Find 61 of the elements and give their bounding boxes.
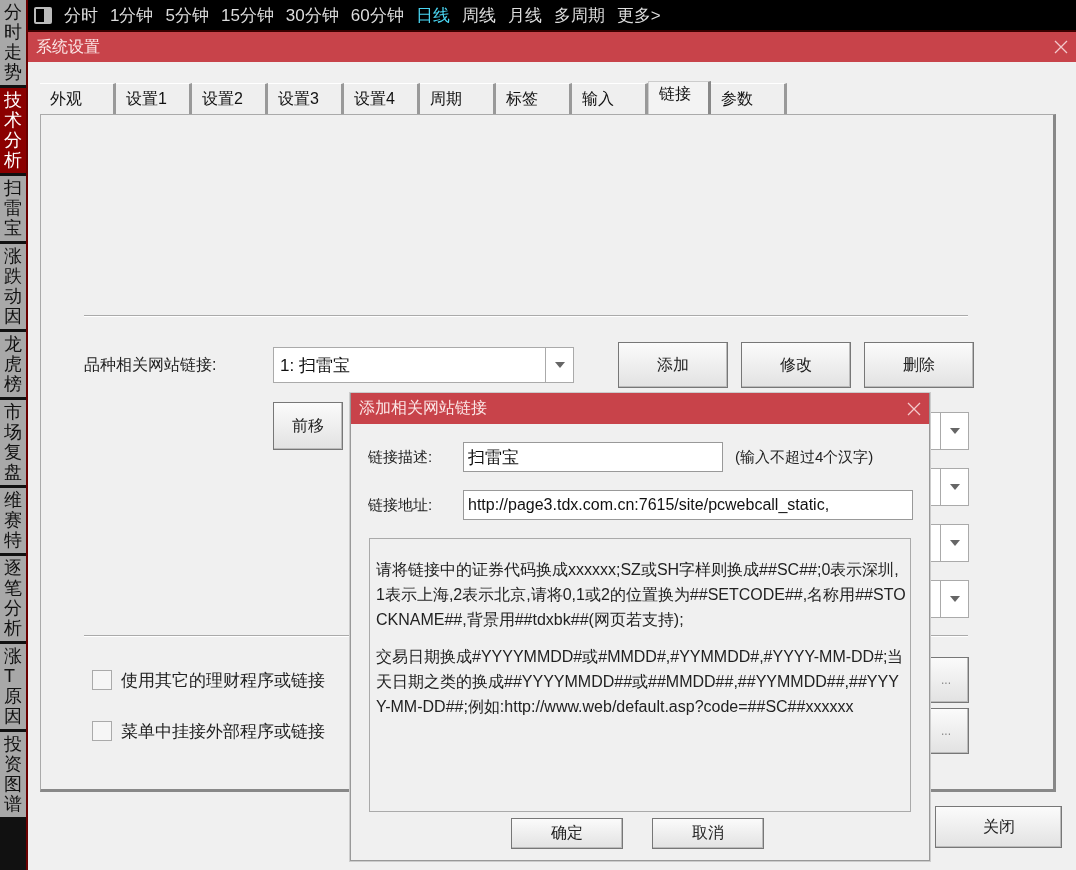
- sidebar-tab[interactable]: 扫雷宝: [0, 176, 26, 241]
- sidebar-tab[interactable]: 分时走势: [0, 0, 26, 85]
- checkbox-label: 使用其它的理财程序或链接: [121, 669, 325, 692]
- dropdown-arrow-icon: [949, 596, 960, 602]
- help-text: 交易日期换成#YYYYMMDD#或#MMDD#,#YYMMDD#,#YYYY-MM-DD#;当天日期之类的换成##YYYYMMDD##或##MMDD##,##YYMMDD##,##YYYY-MM-DD##;例如:http://www.web/default.asp?code=##SC##xxxxxx: [376, 647, 905, 717]
- dropdown-arrow-icon: [554, 362, 565, 368]
- site-link-dropdown[interactable]: 1: 扫雷宝: [273, 347, 574, 383]
- sidebar-tab[interactable]: 龙虎榜: [0, 332, 26, 397]
- settings-tab[interactable]: 设置2: [192, 83, 268, 114]
- action-button[interactable]: 删除: [864, 342, 974, 388]
- sidebar-tab[interactable]: 逐笔分析: [0, 556, 26, 641]
- close-button[interactable]: 关闭: [935, 806, 1062, 848]
- close-icon[interactable]: [1054, 40, 1068, 54]
- sidebar-tab[interactable]: 投资图谱: [0, 732, 26, 817]
- action-button[interactable]: 修改: [741, 342, 851, 388]
- checkbox-label: 菜单中挂接外部程序或链接: [121, 720, 325, 743]
- action-button[interactable]: 添加: [618, 342, 728, 388]
- address-field[interactable]: http://page3.tdx.com.cn:7615/site/pcwebcall_static,: [463, 490, 913, 520]
- dropdown-arrow-icon: [949, 540, 960, 546]
- help-text: 请将链接中的证券代码换成xxxxxx;SZ或SH字样则换成##SC##;0表示深圳,1表示上海,2表示北京,请将0,1或2的位置换为##SETCODE##,名称用##STOCKNAME##,背景用##tdxbk##(网页若支持);: [376, 560, 906, 630]
- description-field[interactable]: 扫雷宝: [463, 442, 723, 472]
- period-tab[interactable]: 周线: [461, 3, 496, 27]
- period-tab[interactable]: 1分钟: [110, 3, 154, 27]
- settings-tab[interactable]: 设置1: [116, 83, 192, 114]
- period-tab[interactable]: 分时: [64, 3, 98, 27]
- settings-tab[interactable]: 链接: [648, 81, 711, 115]
- panel-toggle-icon[interactable]: [34, 6, 52, 24]
- hint-text: (输入不超过4个汉字): [735, 447, 874, 467]
- period-tab[interactable]: 更多>: [616, 3, 661, 27]
- sidebar-tab[interactable]: 市场复盘: [0, 400, 26, 485]
- close-icon[interactable]: [907, 401, 921, 416]
- field-label: 链接描述:: [368, 447, 434, 467]
- checkbox[interactable]: [92, 670, 112, 690]
- period-tab[interactable]: 多周期: [553, 3, 605, 27]
- dropdown-arrow-icon: [949, 484, 960, 490]
- dropdown-arrow-icon: [949, 428, 960, 434]
- sidebar-tab[interactable]: 涨跌动因: [0, 244, 26, 329]
- settings-tab[interactable]: 周期: [420, 83, 496, 114]
- period-tab[interactable]: 60分钟: [350, 3, 404, 27]
- settings-tab[interactable]: 设置3: [268, 83, 344, 114]
- settings-tab[interactable]: 设置4: [344, 83, 420, 114]
- period-tab[interactable]: 月线: [507, 3, 542, 27]
- dialog-button[interactable]: 确定: [511, 818, 623, 849]
- dialog-button[interactable]: 取消: [652, 818, 764, 849]
- field-label: 链接地址:: [368, 495, 434, 515]
- settings-tab[interactable]: 参数: [711, 83, 787, 114]
- dialog-title: 添加相关网站链接: [359, 398, 487, 418]
- dialog-title: 系统设置: [36, 36, 100, 57]
- sidebar-tab[interactable]: 技术分析: [0, 88, 26, 173]
- move-up-button[interactable]: 前移: [273, 402, 343, 450]
- period-tab[interactable]: 15分钟: [220, 3, 274, 27]
- settings-tab[interactable]: 外观: [40, 83, 116, 114]
- settings-tab[interactable]: 标签: [496, 83, 572, 114]
- sidebar-tab[interactable]: 涨T原因: [0, 644, 26, 729]
- sidebar-tab[interactable]: 维赛特: [0, 488, 26, 553]
- checkbox[interactable]: [92, 721, 112, 741]
- settings-tab[interactable]: 输入: [572, 83, 648, 114]
- field-label: 品种相关网站链接:: [84, 354, 218, 375]
- period-tab[interactable]: 日线: [415, 3, 450, 27]
- period-tab[interactable]: 5分钟: [165, 3, 209, 27]
- period-tab[interactable]: 30分钟: [285, 3, 339, 27]
